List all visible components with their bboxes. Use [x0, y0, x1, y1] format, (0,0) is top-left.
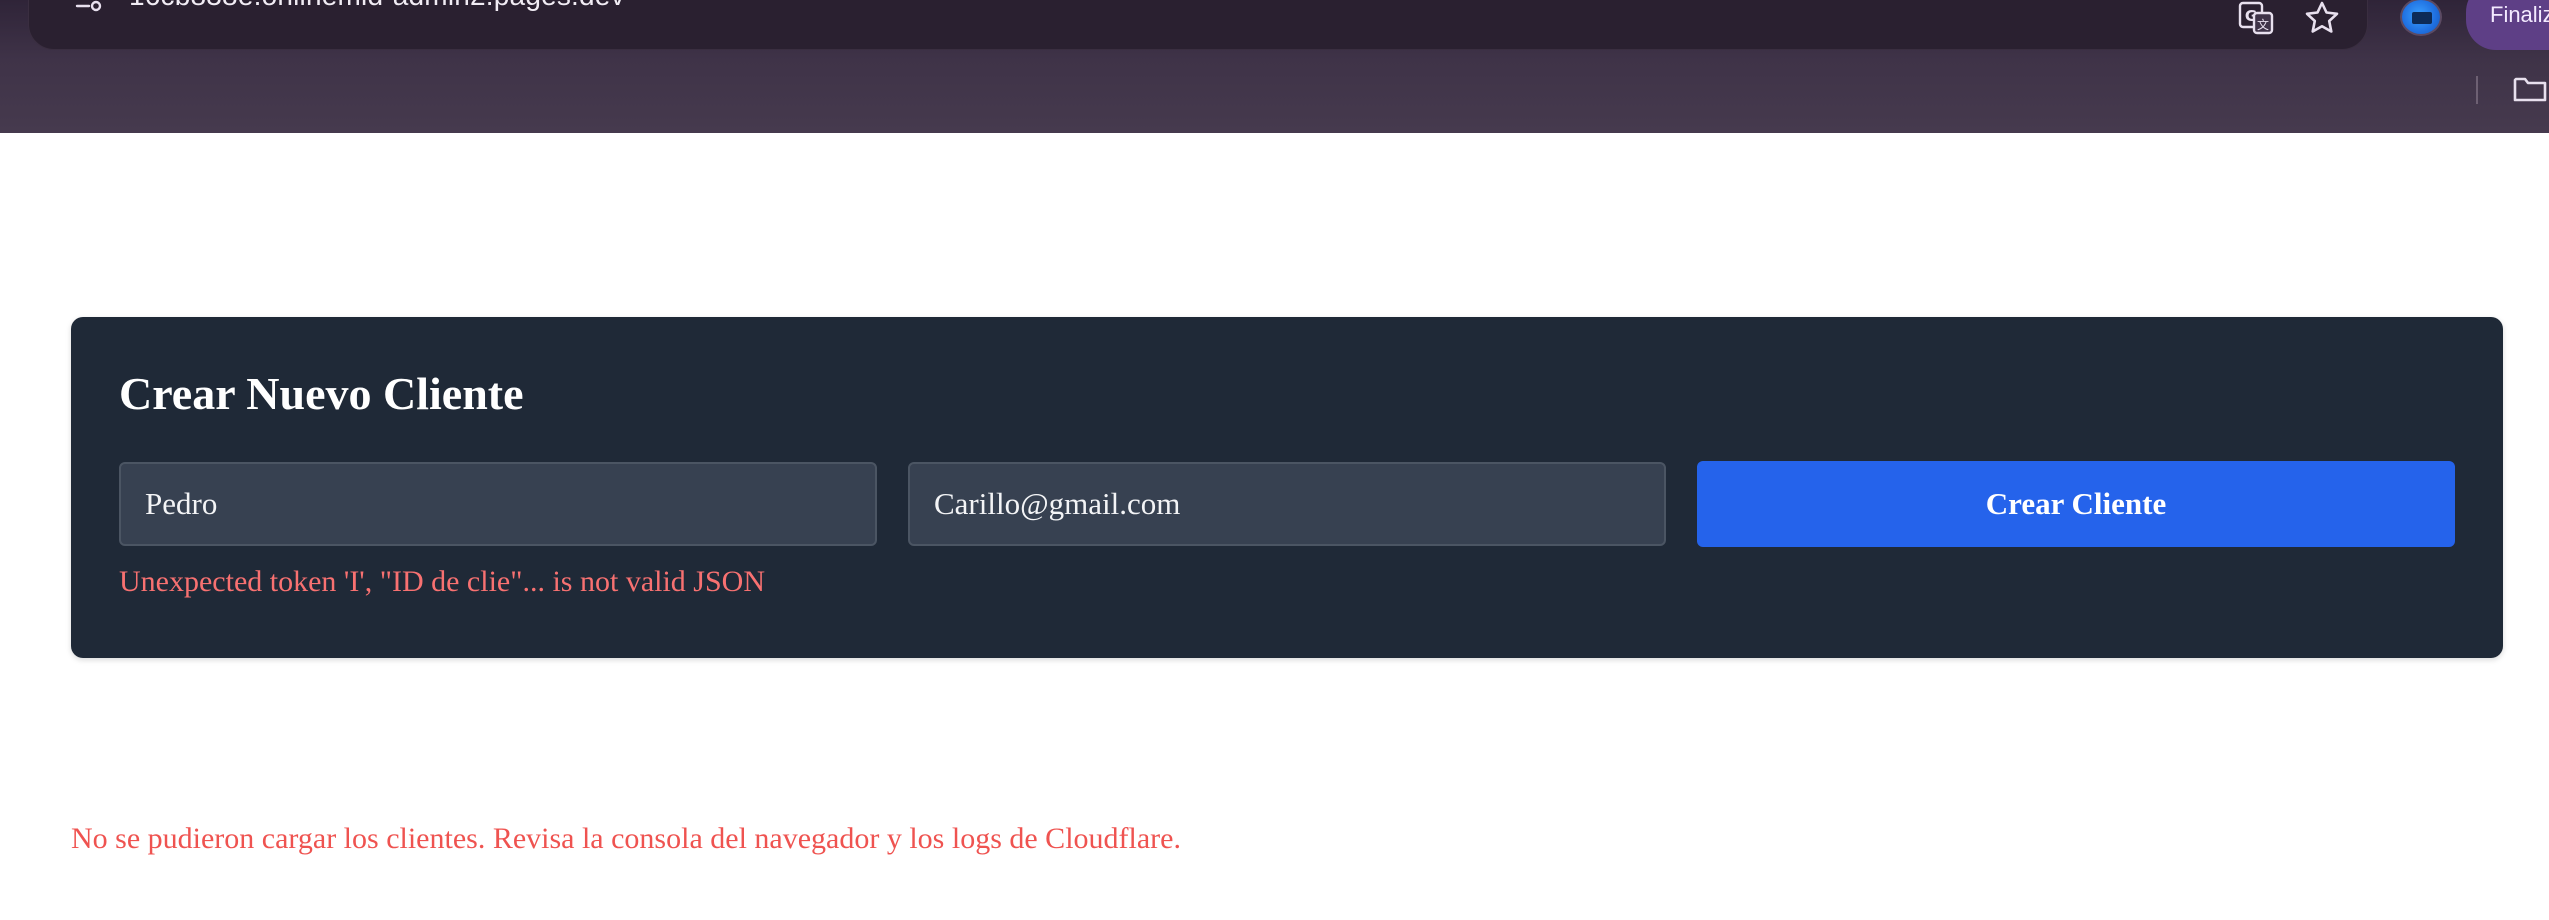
svg-text:文: 文	[2257, 17, 2269, 32]
create-client-card: Crear Nuevo Cliente Crear Cliente Unexpe…	[71, 317, 2503, 658]
extension-avatar-icon[interactable]	[2400, 0, 2442, 36]
browser-toolbar: 16cb838e.onlinemid-admin2.pages.dev G 文 …	[0, 0, 2549, 133]
client-email-input[interactable]	[908, 462, 1666, 546]
url-text[interactable]: 16cb838e.onlinemid-admin2.pages.dev	[129, 0, 625, 12]
finalize-update-button[interactable]: Finaliz	[2466, 0, 2549, 50]
address-bar[interactable]: 16cb838e.onlinemid-admin2.pages.dev	[28, 0, 2368, 50]
finalize-label: Finaliz	[2490, 2, 2549, 27]
page-title: Crear Nuevo Cliente	[119, 368, 524, 419]
form-error-message: Unexpected token 'I', "ID de clie"... is…	[119, 565, 765, 598]
toolbar-divider	[2476, 76, 2478, 104]
translate-icon[interactable]: G 文	[2238, 1, 2274, 35]
site-settings-icon[interactable]	[75, 0, 103, 14]
create-client-button[interactable]: Crear Cliente	[1697, 461, 2455, 547]
extension-avatar-mark	[2412, 12, 2432, 24]
client-name-input[interactable]	[119, 462, 877, 546]
star-icon[interactable]	[2304, 0, 2340, 34]
folder-icon[interactable]	[2512, 74, 2548, 104]
clients-load-error: No se pudieron cargar los clientes. Revi…	[71, 822, 1181, 855]
